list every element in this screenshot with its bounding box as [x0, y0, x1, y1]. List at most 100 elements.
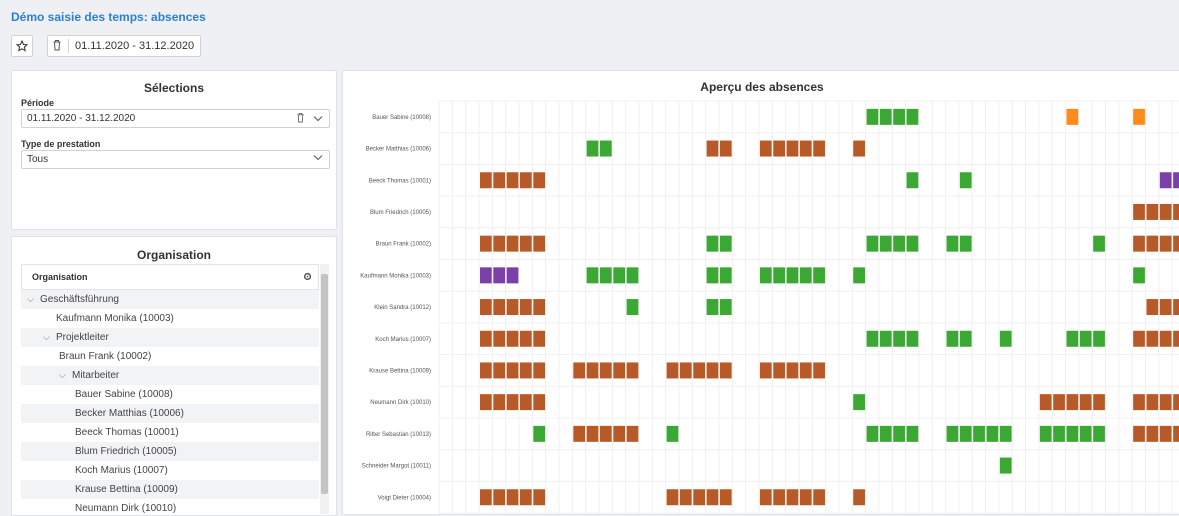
absence-cell[interactable] — [973, 425, 985, 442]
absence-cell[interactable] — [506, 394, 519, 411]
absence-cell[interactable] — [1133, 394, 1145, 411]
absence-cell[interactable] — [773, 267, 785, 284]
absence-cell[interactable] — [906, 425, 919, 442]
absence-cell[interactable] — [666, 425, 679, 442]
chevron-down-icon[interactable] — [313, 114, 323, 125]
absence-cell[interactable] — [999, 425, 1012, 442]
absence-cell[interactable] — [866, 108, 879, 125]
absence-cell[interactable] — [506, 235, 519, 252]
absence-cell[interactable] — [519, 489, 532, 506]
absence-cell[interactable] — [533, 172, 546, 189]
absence-cell[interactable] — [813, 140, 825, 157]
chevron-down-icon[interactable]: ⌵ — [27, 294, 37, 305]
absence-cell[interactable] — [893, 425, 905, 442]
absence-cell[interactable] — [519, 172, 532, 189]
absence-cell[interactable] — [893, 330, 905, 347]
absence-cell[interactable] — [613, 267, 626, 284]
chevron-down-icon[interactable]: ⌵ — [59, 370, 69, 381]
absence-cell[interactable] — [1066, 394, 1079, 411]
absence-cell[interactable] — [1093, 235, 1105, 252]
absence-cell[interactable] — [1133, 108, 1145, 125]
absence-cell[interactable] — [706, 299, 719, 316]
absence-cell[interactable] — [599, 362, 612, 379]
tree-row[interactable]: ⌵ Mitarbeiter — [21, 366, 319, 385]
absence-cell[interactable] — [533, 235, 546, 252]
absence-cell[interactable] — [1173, 425, 1179, 442]
absence-cell[interactable] — [693, 362, 705, 379]
absence-cell[interactable] — [959, 235, 972, 252]
absence-cell[interactable] — [1159, 172, 1172, 189]
absence-cell[interactable] — [1093, 394, 1105, 411]
absence-cell[interactable] — [1146, 394, 1159, 411]
absence-cell[interactable] — [1173, 330, 1179, 347]
absence-cell[interactable] — [586, 140, 599, 157]
absence-cell[interactable] — [1146, 425, 1159, 442]
absence-cell[interactable] — [786, 267, 799, 284]
tree-column-header[interactable]: Organisation — [21, 264, 319, 290]
absence-cell[interactable] — [626, 267, 639, 284]
absence-cell[interactable] — [1133, 235, 1145, 252]
absence-cell[interactable] — [506, 267, 519, 284]
absence-cell[interactable] — [586, 362, 599, 379]
absence-cell[interactable] — [999, 330, 1012, 347]
absence-cell[interactable] — [1146, 330, 1159, 347]
absence-cell[interactable] — [626, 299, 639, 316]
absence-cell[interactable] — [879, 108, 892, 125]
absence-cell[interactable] — [706, 362, 719, 379]
absence-cell[interactable] — [879, 235, 892, 252]
absence-cell[interactable] — [1173, 235, 1179, 252]
absence-cell[interactable] — [479, 299, 492, 316]
absence-cell[interactable] — [1066, 330, 1079, 347]
absence-cell[interactable] — [946, 425, 959, 442]
absence-cell[interactable] — [959, 330, 972, 347]
date-filter-chip[interactable]: 01.11.2020 - 31.12.2020 — [47, 35, 202, 57]
absence-cell[interactable] — [959, 172, 972, 189]
scroll-thumb[interactable] — [321, 274, 328, 494]
absence-cell[interactable] — [946, 330, 959, 347]
absence-cell[interactable] — [679, 362, 692, 379]
absence-cell[interactable] — [1146, 203, 1159, 220]
absence-cell[interactable] — [533, 362, 546, 379]
absence-cell[interactable] — [586, 425, 599, 442]
absence-cell[interactable] — [519, 330, 532, 347]
tree-row[interactable]: Blum Friedrich (10005) — [21, 442, 319, 461]
absence-cell[interactable] — [493, 299, 506, 316]
absence-cell[interactable] — [759, 489, 772, 506]
absence-cell[interactable] — [773, 140, 785, 157]
absence-cell[interactable] — [1159, 299, 1172, 316]
absence-cell[interactable] — [506, 489, 519, 506]
absence-cell[interactable] — [759, 362, 772, 379]
absence-cell[interactable] — [1039, 394, 1052, 411]
favorite-button[interactable] — [11, 35, 33, 57]
absence-cell[interactable] — [1079, 330, 1092, 347]
absence-cell[interactable] — [1146, 235, 1159, 252]
tree-row[interactable]: Bauer Sabine (10008) — [21, 385, 319, 404]
absence-cell[interactable] — [853, 267, 865, 284]
absence-cell[interactable] — [533, 425, 546, 442]
absence-cell[interactable] — [946, 235, 959, 252]
chevron-down-icon[interactable]: ⌵ — [43, 332, 53, 343]
absence-cell[interactable] — [786, 362, 799, 379]
tree-scrollbar[interactable] — [320, 264, 329, 514]
absence-cell[interactable] — [533, 299, 546, 316]
absence-cell[interactable] — [986, 425, 999, 442]
absence-cell[interactable] — [493, 267, 506, 284]
absence-cell[interactable] — [906, 330, 919, 347]
absence-cell[interactable] — [479, 394, 492, 411]
absence-cell[interactable] — [479, 489, 492, 506]
absence-cell[interactable] — [493, 489, 506, 506]
absence-cell[interactable] — [906, 235, 919, 252]
absence-cell[interactable] — [999, 457, 1012, 474]
absence-cell[interactable] — [1159, 394, 1172, 411]
absence-cell[interactable] — [1159, 235, 1172, 252]
absence-cell[interactable] — [666, 362, 679, 379]
absence-cell[interactable] — [813, 362, 825, 379]
absence-cell[interactable] — [493, 394, 506, 411]
absence-cell[interactable] — [799, 362, 812, 379]
absence-cell[interactable] — [719, 299, 732, 316]
absence-cell[interactable] — [599, 425, 612, 442]
absence-cell[interactable] — [533, 394, 546, 411]
absence-cell[interactable] — [479, 267, 492, 284]
absence-cell[interactable] — [533, 330, 546, 347]
absence-cell[interactable] — [959, 425, 972, 442]
